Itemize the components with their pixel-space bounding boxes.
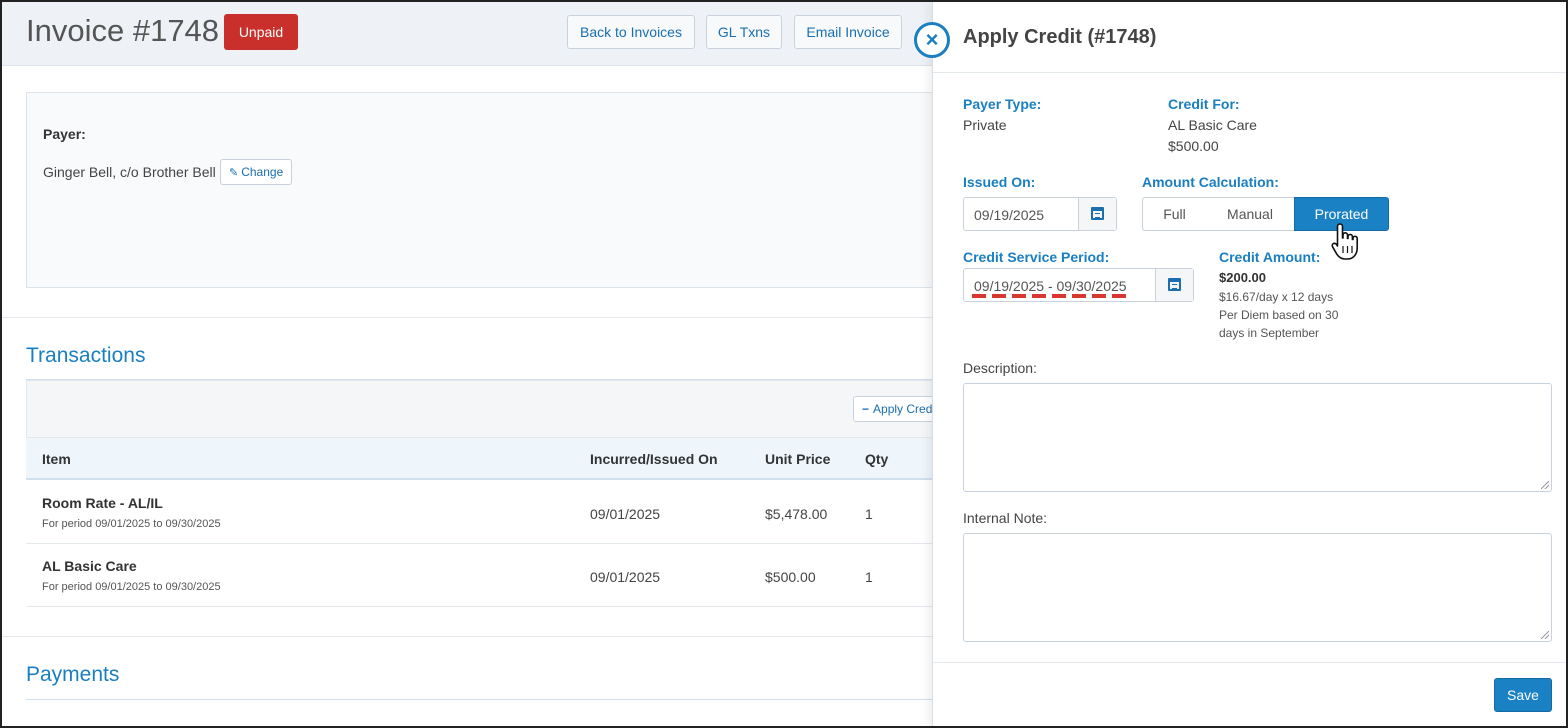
payer-name: Ginger Bell, c/o Brother Bell [43, 164, 216, 180]
pencil-icon: ✎ [229, 167, 239, 179]
row-unit-price: $500.00 [765, 569, 816, 585]
credit-amount-detail: days in September [1219, 326, 1320, 340]
credit-amount-detail: $16.67/day x 12 days [1219, 290, 1334, 304]
description-label: Description: [963, 360, 1037, 376]
table-header: Item Incurred/Issued On Unit Price Qty [26, 438, 946, 480]
issued-on-label: Issued On: [963, 174, 1036, 190]
service-period-calendar-button[interactable] [1155, 269, 1193, 301]
payer-label: Payer: [43, 126, 86, 142]
back-to-invoices-button[interactable]: Back to Invoices [567, 15, 695, 49]
divider [2, 317, 942, 318]
transactions-toolbar: − Apply Credit [26, 380, 946, 438]
row-date: 09/01/2025 [590, 506, 661, 522]
payer-type-value: Private [963, 117, 1007, 133]
row-item-period: For period 09/01/2025 to 09/30/2025 [42, 581, 221, 593]
amount-calc-manual-button[interactable]: Manual [1206, 197, 1295, 231]
internal-note-field[interactable] [963, 533, 1552, 642]
credit-amount-label: Credit Amount: [1219, 249, 1321, 265]
payer-type-label: Payer Type: [963, 96, 1042, 112]
issued-on-calendar-button[interactable] [1078, 198, 1116, 230]
credit-for-item: AL Basic Care [1168, 117, 1257, 133]
column-header-qty[interactable]: Qty [865, 451, 888, 467]
panel-footer-divider [932, 662, 1566, 663]
transactions-title: Transactions [26, 344, 146, 367]
row-date: 09/01/2025 [590, 569, 661, 585]
panel-header: Apply Credit (#1748) [933, 2, 1566, 73]
calendar-icon [1091, 207, 1104, 220]
column-header-date[interactable]: Incurred/Issued On [590, 451, 718, 467]
issued-on-field[interactable]: 09/19/2025 [963, 197, 1117, 231]
row-item-period: For period 09/01/2025 to 09/30/2025 [42, 518, 221, 530]
credit-for-label: Credit For: [1168, 96, 1240, 112]
status-badge: Unpaid [224, 14, 298, 50]
credit-service-period-label: Credit Service Period: [963, 249, 1110, 265]
spellcheck-underline [972, 294, 1130, 298]
save-button[interactable]: Save [1494, 678, 1552, 712]
description-field[interactable] [963, 383, 1552, 492]
amount-calc-full-button[interactable]: Full [1142, 197, 1207, 231]
panel-title: Apply Credit (#1748) [963, 26, 1157, 48]
row-qty: 1 [865, 569, 873, 585]
row-qty: 1 [865, 506, 873, 522]
credit-for-amount: $500.00 [1168, 138, 1219, 154]
apply-credit-label: Apply Credit [873, 402, 939, 416]
credit-amount-value: $200.00 [1219, 270, 1266, 285]
resize-handle-icon[interactable] [1541, 481, 1549, 489]
table-row[interactable]: Room Rate - AL/IL For period 09/01/2025 … [26, 481, 946, 544]
section-rule [26, 699, 946, 700]
payer-section: Payer: Ginger Bell, c/o Brother Bell ✎ Ch… [26, 92, 946, 288]
payments-title: Payments [26, 663, 120, 686]
column-header-item[interactable]: Item [42, 451, 71, 467]
gl-txns-button[interactable]: GL Txns [706, 15, 782, 49]
issued-on-value: 09/19/2025 [974, 207, 1045, 223]
change-payer-button[interactable]: ✎ Change [220, 159, 293, 185]
divider [2, 636, 942, 637]
column-header-unit-price[interactable]: Unit Price [765, 451, 830, 467]
credit-service-period-value: 09/19/2025 - 09/30/2025 [974, 278, 1127, 294]
row-unit-price: $5,478.00 [765, 506, 828, 522]
page-title: Invoice #1748 [26, 13, 220, 48]
amount-calculation-label: Amount Calculation: [1142, 174, 1279, 190]
row-item-name: AL Basic Care [42, 558, 137, 574]
table-row[interactable]: AL Basic Care For period 09/01/2025 to 0… [26, 544, 946, 607]
change-label: Change [241, 165, 284, 179]
close-icon[interactable]: × [914, 22, 950, 58]
resize-handle-icon[interactable] [1541, 631, 1549, 639]
calendar-icon [1168, 278, 1181, 291]
apply-credit-button[interactable]: − Apply Credit [853, 396, 943, 422]
email-invoice-button[interactable]: Email Invoice [794, 15, 902, 49]
minus-icon: − [862, 402, 870, 416]
internal-note-label: Internal Note: [963, 510, 1048, 526]
credit-amount-detail: Per Diem based on 30 [1219, 308, 1339, 322]
row-item-name: Room Rate - AL/IL [42, 495, 163, 511]
hand-cursor-icon [1331, 223, 1358, 260]
app-frame: Invoice #1748 Unpaid Back to Invoices GL… [0, 0, 1568, 728]
